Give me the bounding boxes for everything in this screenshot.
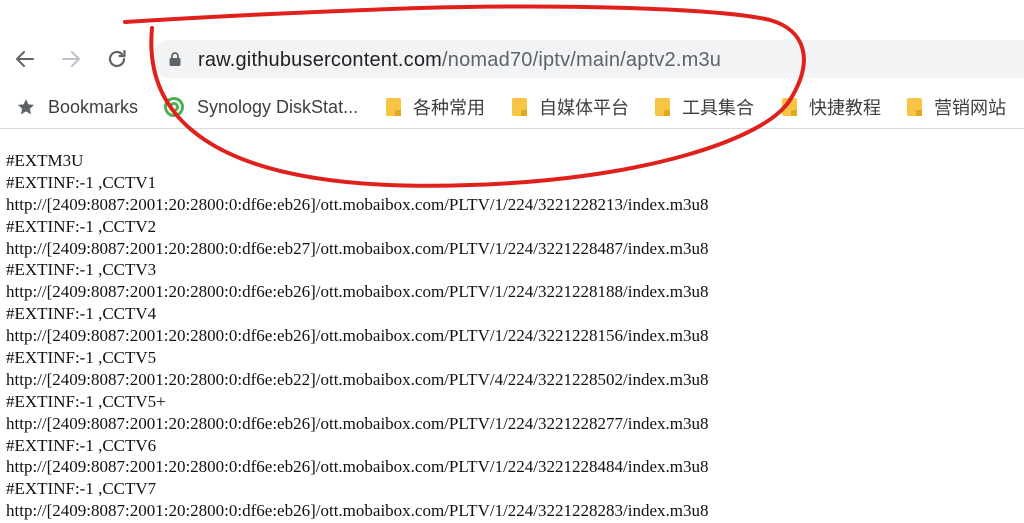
synology-icon xyxy=(163,96,185,118)
m3u-header-line: #EXTM3U xyxy=(6,151,84,170)
arrow-right-icon xyxy=(62,51,80,67)
bookmark-folder-common[interactable]: 各种常用 xyxy=(386,94,485,120)
folder-icon xyxy=(782,98,797,116)
extinf-line: #EXTINF:-1 ,CCTV2 xyxy=(6,216,157,236)
bookmark-label: 营销网站 xyxy=(934,98,1006,118)
bookmarks-menu-button[interactable]: Bookmarks xyxy=(16,94,138,120)
extinf-line: #EXTINF:-1 ,CCTV5+ xyxy=(6,391,166,411)
stream-url-line: http://[2409:8087:2001:20:2800:0:df6e:eb… xyxy=(6,238,709,258)
bookmark-label: 工具集合 xyxy=(682,98,754,118)
bookmark-label: 自媒体平台 xyxy=(539,98,629,118)
forward-button[interactable] xyxy=(55,43,87,75)
star-icon xyxy=(16,97,36,117)
bookmark-label: Synology DiskStat... xyxy=(197,96,359,117)
folder-icon xyxy=(655,98,670,116)
extinf-line: #EXTINF:-1 ,CCTV7 xyxy=(6,479,157,499)
url-text[interactable]: raw.githubusercontent.com/nomad70/iptv/m… xyxy=(198,49,721,71)
bookmark-synology[interactable]: Synology DiskStat... xyxy=(163,94,358,120)
bookmark-label: 各种常用 xyxy=(413,98,485,118)
lock-icon xyxy=(169,52,181,66)
bookmarks-label: Bookmarks xyxy=(48,96,139,117)
bookmark-folder-media[interactable]: 自媒体平台 xyxy=(512,94,629,120)
folder-icon xyxy=(907,98,922,116)
arrow-left-icon xyxy=(16,51,34,67)
bookmark-folder-tools[interactable]: 工具集合 xyxy=(655,94,754,120)
stream-url-line: http://[2409:8087:2001:20:2800:0:df6e:eb… xyxy=(6,501,709,521)
stream-url-line: http://[2409:8087:2001:20:2800:0:df6e:eb… xyxy=(6,282,709,302)
extinf-line: #EXTINF:-1 ,CCTV6 xyxy=(6,435,157,455)
stream-url-line: http://[2409:8087:2001:20:2800:0:df6e:eb… xyxy=(6,369,709,389)
url-path: /nomad70/iptv/main/aptv2.m3u xyxy=(442,49,722,71)
folder-icon xyxy=(512,98,527,116)
folder-icon xyxy=(386,98,401,116)
reload-icon xyxy=(108,49,126,68)
bookmark-folder-tutorials[interactable]: 快捷教程 xyxy=(782,94,881,120)
stream-url-line: http://[2409:8087:2001:20:2800:0:df6e:eb… xyxy=(6,457,709,477)
address-bar[interactable]: raw.githubusercontent.com/nomad70/iptv/m… xyxy=(151,40,1024,78)
bookmark-folder-marketing[interactable]: 营销网站 xyxy=(907,94,1006,120)
extinf-line: #EXTINF:-1 ,CCTV3 xyxy=(6,260,157,280)
reload-button[interactable] xyxy=(101,43,133,75)
extinf-line: #EXTINF:-1 ,CCTV4 xyxy=(6,304,157,324)
bookmarks-bar: Bookmarks Synology DiskStat... 各种常用 自媒体平… xyxy=(0,86,1024,129)
stream-url-line: http://[2409:8087:2001:20:2800:0:df6e:eb… xyxy=(6,326,709,346)
extinf-line: #EXTINF:-1 ,CCTV1 xyxy=(6,172,157,192)
stream-url-line: http://[2409:8087:2001:20:2800:0:df6e:eb… xyxy=(6,194,709,214)
url-host: raw.githubusercontent.com xyxy=(198,49,443,71)
bookmark-label: 快捷教程 xyxy=(809,98,881,118)
m3u-file-content: #EXTM3U #EXTINF:-1 ,CCTV1 http://[2409:8… xyxy=(6,150,1016,522)
browser-toolbar: raw.githubusercontent.com/nomad70/iptv/m… xyxy=(0,0,1024,86)
back-button[interactable] xyxy=(9,43,41,75)
extinf-line: #EXTINF:-1 ,CCTV5 xyxy=(6,348,157,368)
stream-url-line: http://[2409:8087:2001:20:2800:0:df6e:eb… xyxy=(6,413,709,433)
